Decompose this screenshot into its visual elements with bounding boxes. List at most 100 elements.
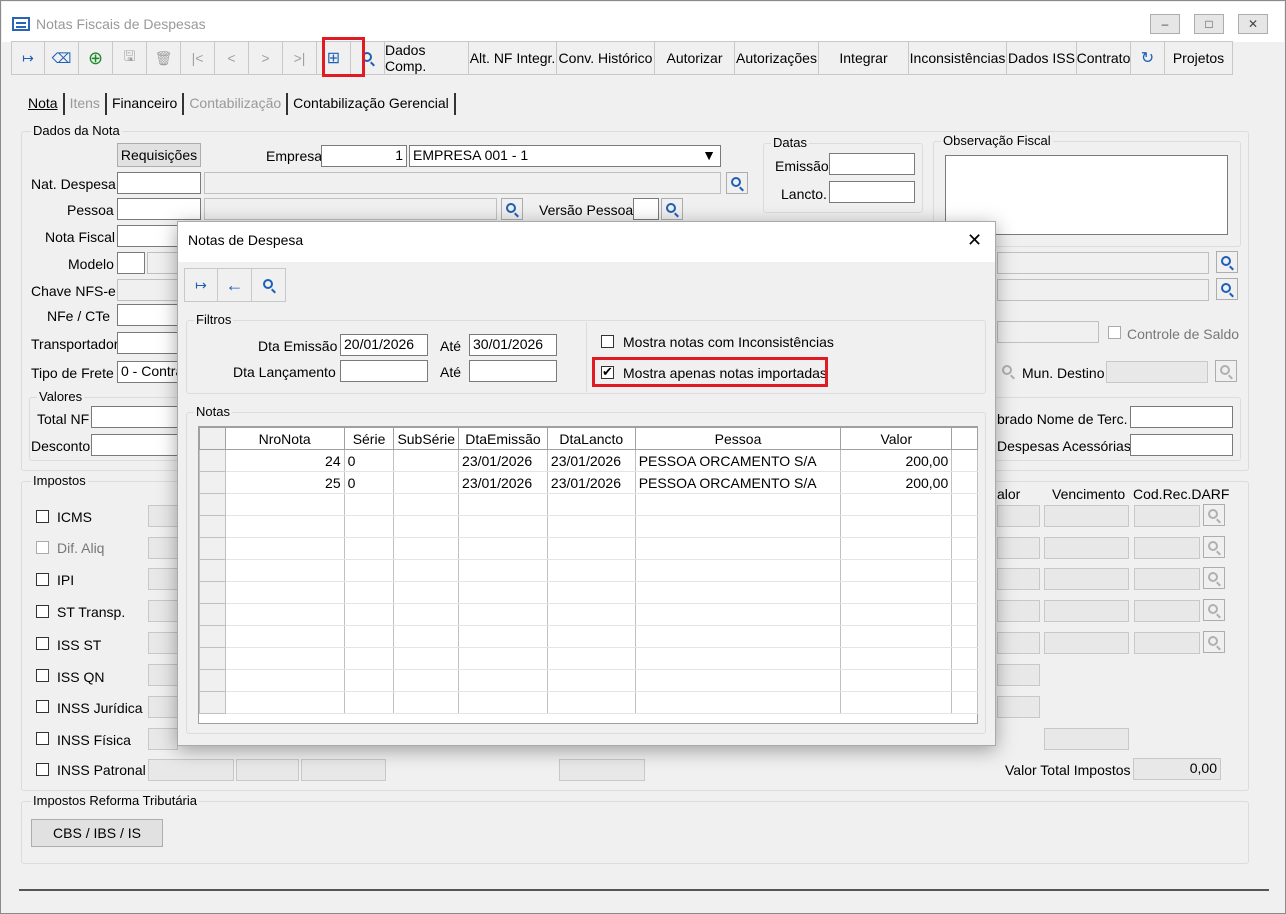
dialog-search-icon[interactable] bbox=[252, 268, 286, 302]
icms-darf-search-button[interactable] bbox=[1203, 504, 1225, 526]
dialog-exit-icon[interactable]: ↦ bbox=[184, 268, 218, 302]
col-dtaemissao[interactable]: DtaEmissão bbox=[458, 427, 548, 450]
row-indicator[interactable] bbox=[199, 449, 226, 472]
nat-despesa-search-button[interactable] bbox=[726, 172, 748, 194]
eraser-icon[interactable]: ⌫ bbox=[45, 41, 79, 75]
inss-patronal-extra-field[interactable] bbox=[559, 759, 645, 781]
versao-pessoa-field[interactable] bbox=[633, 198, 659, 220]
autorizacoes-button[interactable]: Autorizações bbox=[735, 41, 819, 75]
inconsistencias-button[interactable]: Inconsistências bbox=[909, 41, 1007, 75]
iss-qn-valor-field[interactable] bbox=[997, 664, 1040, 686]
modelo-field[interactable] bbox=[117, 252, 145, 274]
mun-destino-search-button[interactable] bbox=[1215, 360, 1237, 382]
mun-destino-field[interactable] bbox=[1106, 361, 1208, 383]
inss-patronal-aliq-field[interactable] bbox=[236, 759, 299, 781]
col-serie[interactable]: Série bbox=[343, 427, 395, 450]
ipi-base-field[interactable] bbox=[148, 568, 178, 590]
autorizar-button[interactable]: Autorizar bbox=[655, 41, 735, 75]
transportador-field[interactable] bbox=[117, 332, 179, 354]
row-indicator[interactable] bbox=[199, 471, 226, 494]
first-record-icon[interactable]: |< bbox=[181, 41, 215, 75]
dta-lancamento-de-field[interactable] bbox=[340, 360, 428, 382]
lancto-field[interactable] bbox=[829, 181, 915, 203]
desconto-field[interactable] bbox=[91, 434, 181, 456]
emissao-field[interactable] bbox=[829, 153, 915, 175]
maximize-button[interactable]: □ bbox=[1194, 14, 1224, 34]
table-row[interactable]: 25 0 23/01/2026 23/01/2026 PESSOA ORCAME… bbox=[199, 471, 978, 494]
add-icon[interactable]: ⊕ bbox=[79, 41, 113, 75]
alt-nf-integr-button[interactable]: Alt. NF Integr. bbox=[469, 41, 557, 75]
st-transp-valor-field[interactable] bbox=[997, 600, 1040, 622]
nfe-cte-field[interactable] bbox=[117, 304, 179, 326]
iss-qn-base-field[interactable] bbox=[148, 664, 178, 686]
icms-checkbox[interactable] bbox=[36, 510, 49, 523]
inconsistencias-checkbox[interactable] bbox=[601, 335, 614, 348]
icms-darf-field[interactable] bbox=[1134, 505, 1200, 527]
contrato-button[interactable]: Contrato bbox=[1077, 41, 1131, 75]
tab-contabilizacao-gerencial[interactable]: Contabilização Gerencial bbox=[288, 93, 456, 115]
inss-patronal-base-field[interactable] bbox=[148, 759, 234, 781]
projetos-button[interactable]: Projetos bbox=[1165, 41, 1233, 75]
nat-despesa-field[interactable] bbox=[117, 172, 201, 194]
chave-nfse-field[interactable] bbox=[117, 279, 179, 301]
st-transp-base-field[interactable] bbox=[148, 600, 178, 622]
icms-valor-field[interactable] bbox=[997, 505, 1040, 527]
inss-juridica-base-field[interactable] bbox=[148, 696, 178, 718]
inss-juridica-checkbox[interactable] bbox=[36, 700, 49, 713]
mun-origem-search-button[interactable] bbox=[997, 360, 1019, 382]
previous-record-icon[interactable]: < bbox=[215, 41, 249, 75]
inss-fisica-base-field[interactable] bbox=[148, 728, 178, 750]
versao-pessoa-search-button[interactable] bbox=[661, 198, 683, 220]
requisicoes-button[interactable]: Requisições bbox=[117, 143, 201, 167]
right-search-button-2[interactable] bbox=[1216, 278, 1238, 300]
cbs-ibs-is-button[interactable]: CBS / IBS / IS bbox=[31, 819, 163, 847]
despesas-acessorias-field[interactable] bbox=[1130, 434, 1233, 456]
next-record-icon[interactable]: > bbox=[249, 41, 283, 75]
col-subserie[interactable]: SubSérie bbox=[393, 427, 460, 450]
dif-aliq-checkbox[interactable] bbox=[36, 541, 49, 554]
inss-patronal-checkbox[interactable] bbox=[36, 763, 49, 776]
empresa-code-field[interactable]: 1 bbox=[321, 145, 407, 167]
delete-icon[interactable]: 🗑 bbox=[147, 41, 181, 75]
iss-st-valor-field[interactable] bbox=[997, 632, 1040, 654]
tipo-frete-select[interactable]: 0 - Contra bbox=[117, 361, 179, 383]
iss-st-vencimento-field[interactable] bbox=[1044, 632, 1129, 654]
dif-aliq-valor-field[interactable] bbox=[997, 537, 1040, 559]
tab-contabilizacao[interactable]: Contabilização bbox=[184, 93, 289, 115]
st-transp-darf-field[interactable] bbox=[1134, 600, 1200, 622]
last-record-icon[interactable]: >| bbox=[283, 41, 317, 75]
integrar-button[interactable]: Integrar bbox=[819, 41, 909, 75]
st-transp-darf-search-button[interactable] bbox=[1203, 599, 1225, 621]
icms-vencimento-field[interactable] bbox=[1044, 505, 1129, 527]
ipi-checkbox[interactable] bbox=[36, 573, 49, 586]
dados-iss-button[interactable]: Dados ISS bbox=[1007, 41, 1077, 75]
close-button[interactable]: ✕ bbox=[1238, 14, 1268, 34]
cobrado-terc-field[interactable] bbox=[1130, 406, 1233, 428]
ipi-vencimento-field[interactable] bbox=[1044, 568, 1129, 590]
inss-juridica-valor-field[interactable] bbox=[997, 696, 1040, 718]
dta-lancamento-ate-field[interactable] bbox=[469, 360, 557, 382]
tab-itens[interactable]: Itens bbox=[65, 93, 107, 115]
inss-patronal-valor-field[interactable] bbox=[301, 759, 386, 781]
iss-st-darf-search-button[interactable] bbox=[1203, 631, 1225, 653]
ipi-valor-field[interactable] bbox=[997, 568, 1040, 590]
st-transp-vencimento-field[interactable] bbox=[1044, 600, 1129, 622]
dif-aliq-vencimento-field[interactable] bbox=[1044, 537, 1129, 559]
dif-aliq-base-field[interactable] bbox=[148, 537, 178, 559]
dados-comp-button[interactable]: Dados Comp. bbox=[385, 41, 469, 75]
back-arrow-icon[interactable]: ← bbox=[218, 268, 252, 302]
dif-aliq-darf-search-button[interactable] bbox=[1203, 536, 1225, 558]
iss-st-base-field[interactable] bbox=[148, 632, 178, 654]
iss-st-checkbox[interactable] bbox=[36, 637, 49, 650]
dta-emissao-ate-field[interactable]: 30/01/2026 bbox=[469, 334, 557, 356]
conv-historico-button[interactable]: Conv. Histórico bbox=[557, 41, 655, 75]
minimize-button[interactable]: – bbox=[1150, 14, 1180, 34]
tab-nota[interactable]: Nota bbox=[23, 93, 65, 115]
nota-fiscal-field[interactable] bbox=[117, 225, 179, 247]
save-icon[interactable]: 🖫 bbox=[113, 41, 147, 75]
col-valor[interactable]: Valor bbox=[840, 427, 953, 450]
iss-st-darf-field[interactable] bbox=[1134, 632, 1200, 654]
total-nf-field[interactable] bbox=[91, 406, 181, 428]
icms-base-field[interactable] bbox=[148, 505, 178, 527]
table-row[interactable]: 24 0 23/01/2026 23/01/2026 PESSOA ORCAME… bbox=[199, 449, 978, 472]
